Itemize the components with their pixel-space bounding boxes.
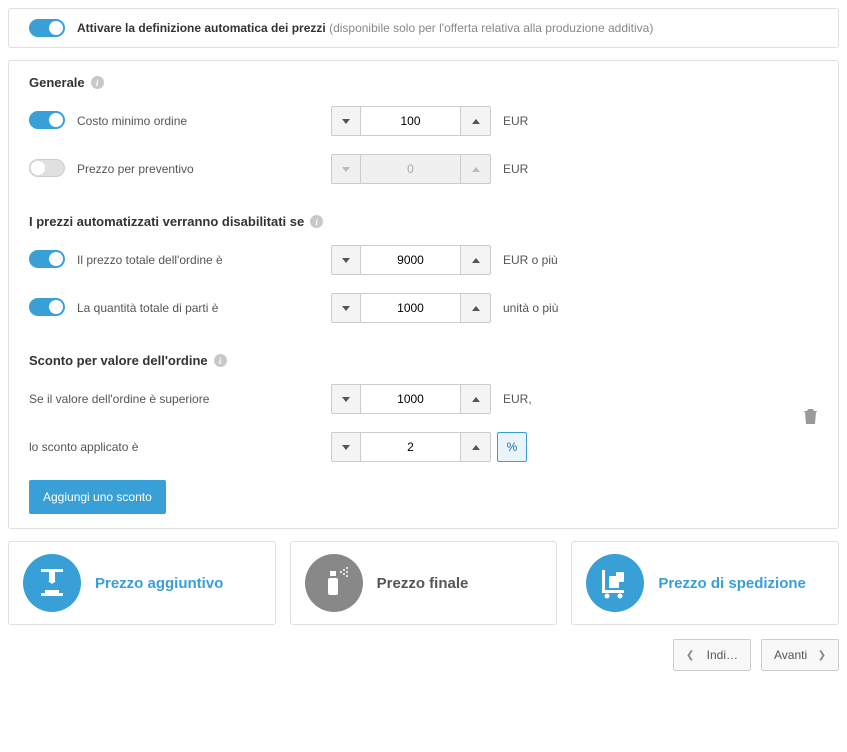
spinner-increment[interactable]: [461, 384, 491, 414]
next-button-label: Avanti: [774, 648, 807, 662]
chevron-down-icon: [342, 445, 350, 450]
discount-threshold-input[interactable]: [361, 384, 461, 414]
footer-nav: ❮ Indi… Avanti ❯: [8, 639, 839, 671]
row-total-qty: La quantità totale di parti è unità o pi…: [29, 293, 818, 323]
section-title-disable-text: I prezzi automatizzati verranno disabili…: [29, 214, 304, 229]
tile-shipping-label: Prezzo di spedizione: [658, 575, 806, 592]
section-title-discount-text: Sconto per valore dell'ordine: [29, 353, 208, 368]
total-price-unit: EUR o più: [503, 253, 558, 267]
row-total-price: Il prezzo totale dell'ordine è EUR o più: [29, 245, 818, 275]
tile-shipping-price[interactable]: Prezzo di spedizione: [571, 541, 839, 625]
chevron-up-icon: [472, 306, 480, 311]
spinner-decrement[interactable]: [331, 293, 361, 323]
add-discount-button[interactable]: Aggiungi uno sconto: [29, 480, 166, 514]
quote-price-label: Prezzo per preventivo: [77, 162, 331, 176]
chevron-up-icon: [472, 119, 480, 124]
spinner-increment[interactable]: [461, 293, 491, 323]
delete-discount-button[interactable]: [803, 408, 818, 428]
total-qty-spinner: [331, 293, 491, 323]
next-button[interactable]: Avanti ❯: [761, 639, 839, 671]
discount-threshold-label: Se il valore dell'ordine è superiore: [29, 392, 331, 406]
total-price-toggle[interactable]: [29, 250, 65, 268]
info-icon[interactable]: i: [310, 215, 323, 228]
section-title-general: Generale i: [29, 75, 818, 90]
quote-price-unit: EUR: [503, 162, 528, 176]
min-order-toggle[interactable]: [29, 111, 65, 129]
auto-pricing-activation-card: Attivare la definizione automatica dei p…: [8, 8, 839, 48]
spinner-increment[interactable]: [461, 432, 491, 462]
spinner-decrement[interactable]: [331, 106, 361, 136]
min-order-spinner: [331, 106, 491, 136]
spinner-decrement[interactable]: [331, 432, 361, 462]
min-order-unit: EUR: [503, 114, 528, 128]
tile-final-label: Prezzo finale: [377, 575, 469, 592]
discount-threshold-unit: EUR,: [503, 392, 532, 406]
min-order-input[interactable]: [361, 106, 461, 136]
section-title-discount: Sconto per valore dell'ordine i: [29, 353, 818, 368]
row-min-order: Costo minimo ordine EUR: [29, 106, 818, 136]
auto-pricing-toggle[interactable]: [29, 19, 65, 37]
row-quote-price: Prezzo per preventivo EUR: [29, 154, 818, 184]
pricing-tiles: Prezzo aggiuntivo Prezzo finale Prezzo d…: [8, 541, 839, 625]
spinner-decrement: [331, 154, 361, 184]
spinner-increment[interactable]: [461, 106, 491, 136]
total-price-spinner: [331, 245, 491, 275]
min-order-label: Costo minimo ordine: [77, 114, 331, 128]
section-title-disable: I prezzi automatizzati verranno disabili…: [29, 214, 818, 229]
chevron-down-icon: [342, 397, 350, 402]
chevron-down-icon: [342, 119, 350, 124]
total-price-input[interactable]: [361, 245, 461, 275]
chevron-right-icon: ❯: [818, 650, 826, 661]
spinner-increment: [461, 154, 491, 184]
chevron-left-icon: ❮: [686, 650, 694, 661]
discount-applied-spinner: [331, 432, 491, 462]
chevron-down-icon: [342, 258, 350, 263]
total-qty-unit: unità o più: [503, 301, 558, 315]
chevron-up-icon: [472, 397, 480, 402]
auto-pricing-label-text: Attivare la definizione automatica dei p…: [77, 21, 326, 35]
row-discount-threshold: Se il valore dell'ordine è superiore EUR…: [29, 384, 818, 414]
total-qty-label: La quantità totale di parti è: [77, 301, 331, 315]
discount-threshold-spinner: [331, 384, 491, 414]
chevron-up-icon: [472, 167, 480, 172]
total-qty-input[interactable]: [361, 293, 461, 323]
machine-icon: [23, 554, 81, 612]
discount-applied-label: lo sconto applicato è: [29, 440, 331, 454]
pricing-settings-card: Generale i Costo minimo ordine EUR Prezz…: [8, 60, 839, 529]
section-title-general-text: Generale: [29, 75, 85, 90]
tile-additional-price[interactable]: Prezzo aggiuntivo: [8, 541, 276, 625]
quote-price-spinner: [331, 154, 491, 184]
back-button-label: Indi…: [707, 648, 738, 662]
info-icon[interactable]: i: [214, 354, 227, 367]
info-icon[interactable]: i: [91, 76, 104, 89]
spinner-increment[interactable]: [461, 245, 491, 275]
quote-price-toggle[interactable]: [29, 159, 65, 177]
quote-price-input: [361, 154, 461, 184]
chevron-up-icon: [472, 258, 480, 263]
spinner-decrement[interactable]: [331, 245, 361, 275]
auto-pricing-label: Attivare la definizione automatica dei p…: [77, 21, 653, 35]
tile-additional-label: Prezzo aggiuntivo: [95, 575, 223, 592]
spray-icon: [305, 554, 363, 612]
back-button[interactable]: ❮ Indi…: [673, 639, 751, 671]
auto-pricing-sublabel: (disponibile solo per l'offerta relativa…: [329, 21, 653, 35]
trolley-icon: [586, 554, 644, 612]
chevron-down-icon: [342, 167, 350, 172]
chevron-down-icon: [342, 306, 350, 311]
trash-icon: [803, 408, 818, 425]
percent-button[interactable]: %: [497, 432, 527, 462]
total-qty-toggle[interactable]: [29, 298, 65, 316]
chevron-up-icon: [472, 445, 480, 450]
discount-applied-input[interactable]: [361, 432, 461, 462]
row-discount-applied: lo sconto applicato è %: [29, 432, 818, 462]
tile-final-price[interactable]: Prezzo finale: [290, 541, 558, 625]
spinner-decrement[interactable]: [331, 384, 361, 414]
total-price-label: Il prezzo totale dell'ordine è: [77, 253, 331, 267]
